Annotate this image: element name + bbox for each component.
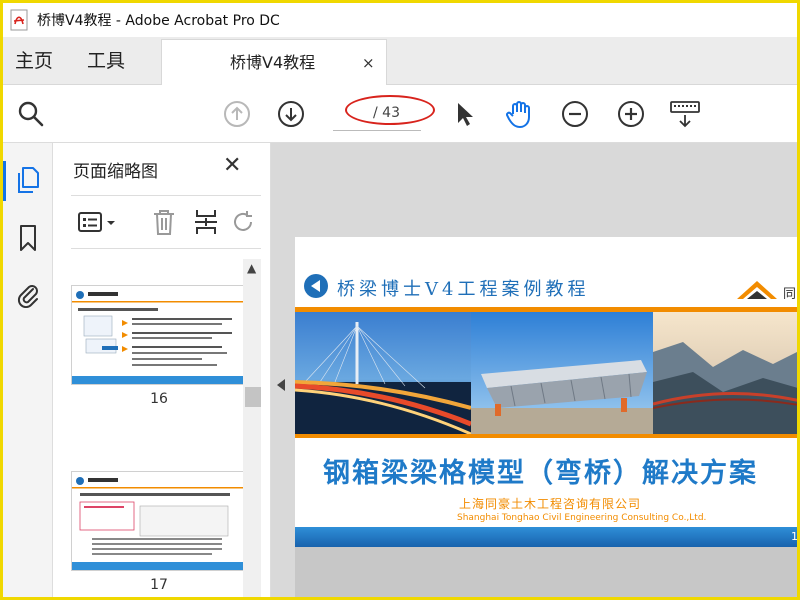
close-panel-button[interactable]: ✕ <box>223 153 241 178</box>
collapse-panel-arrow-icon[interactable] <box>277 379 285 391</box>
steel-girder-photo <box>471 312 653 434</box>
scrollbar-thumb[interactable] <box>245 387 261 407</box>
mountain-bridge-photo <box>653 312 797 434</box>
tab-document[interactable]: 桥博V4教程 × <box>161 39 387 85</box>
scroll-up-arrow-icon[interactable]: ▲ <box>247 261 256 275</box>
bookmark-icon <box>20 225 36 251</box>
pdf-page: 桥梁博士V4工程案例教程 同 钢箱梁梁格模型（弯桥）解决方案 上海同豪土木工程咨… <box>295 237 797 547</box>
options-list-icon <box>78 212 115 232</box>
red-annotation-ellipse <box>345 95 435 125</box>
rail-active-indicator <box>3 161 6 201</box>
hand-tool-button[interactable] <box>501 96 537 132</box>
company-logo-icon <box>737 281 777 299</box>
panel-title: 页面缩略图 <box>73 162 158 182</box>
insert-page-icon <box>195 210 217 234</box>
rotate-icon <box>234 211 252 231</box>
delete-page-button[interactable] <box>151 208 177 240</box>
company-name-cn: 上海同豪土木工程咨询有限公司 <box>459 497 642 511</box>
bookmarks-button[interactable] <box>11 221 45 255</box>
window-title: 桥博V4教程 - Adobe Acrobat Pro DC <box>37 13 280 29</box>
next-page-button[interactable] <box>273 96 309 132</box>
search-icon <box>18 101 44 127</box>
company-name-en: Shanghai Tonghao Civil Engineering Consu… <box>457 513 707 523</box>
tab-home[interactable]: 主页 <box>15 37 53 85</box>
prev-page-icon <box>224 101 250 127</box>
thumbnail-page-16[interactable] <box>71 285 247 385</box>
left-rail <box>3 143 53 597</box>
tab-document-label: 桥博V4教程 <box>230 53 316 72</box>
acrobat-window: 桥博V4教程 - Adobe Acrobat Pro DC 主页 工具 桥博V4… <box>3 3 797 597</box>
slide-page-number: 1 <box>791 530 797 543</box>
prev-page-button[interactable] <box>219 96 255 132</box>
next-page-edge <box>295 547 797 597</box>
slide-main-title: 钢箱梁梁格模型（弯桥）解决方案 <box>323 458 758 489</box>
zoom-out-button[interactable] <box>557 96 593 132</box>
thumbnail-17-label: 17 <box>150 577 168 593</box>
cable-stayed-bridge-photo <box>295 312 471 434</box>
hand-tool-icon <box>506 101 530 128</box>
zoom-in-icon <box>618 101 644 127</box>
paperclip-icon <box>17 285 38 308</box>
attachments-button[interactable] <box>11 277 45 311</box>
page-thumbnails-button[interactable] <box>11 163 45 197</box>
document-viewport: 桥梁博士V4工程案例教程 同 钢箱梁梁格模型（弯桥）解决方案 上海同豪土木工程咨… <box>271 143 797 597</box>
search-button[interactable] <box>13 96 49 132</box>
next-page-icon <box>278 101 304 127</box>
company-logo-text: 同 <box>783 287 797 302</box>
thumbnail-tools <box>71 195 261 249</box>
bridge-photos <box>295 312 797 434</box>
insert-page-button[interactable] <box>193 208 219 240</box>
thumbnail-16-label: 16 <box>150 391 168 407</box>
acrobat-app-icon <box>9 9 31 31</box>
close-tab-button[interactable]: × <box>362 40 375 86</box>
slide-header-title: 桥梁博士V4工程案例教程 <box>337 279 590 300</box>
slide-footer: 1 <box>295 527 797 547</box>
tab-bar: 主页 工具 桥博V4教程 × <box>3 37 797 85</box>
thumbnail-page-17[interactable] <box>71 471 247 571</box>
thumbnail-17-preview <box>72 477 246 570</box>
page-thumbnails-panel: 页面缩略图 ✕ 16 17 ▲ <box>53 143 271 597</box>
options-menu-button[interactable] <box>77 210 117 240</box>
select-tool-button[interactable] <box>447 96 483 132</box>
slide-header: 桥梁博士V4工程案例教程 同 <box>295 237 797 302</box>
trash-icon <box>154 210 174 235</box>
title-bar: 桥博V4教程 - Adobe Acrobat Pro DC <box>3 3 797 37</box>
keyboard-tool-button[interactable] <box>667 96 703 132</box>
select-cursor-icon <box>458 103 473 126</box>
photos-orange-bar <box>295 434 797 438</box>
toolbar: / 43 <box>3 85 797 143</box>
slide-header-logo-icon <box>304 274 328 298</box>
keyboard-icon <box>670 101 700 128</box>
tab-tools[interactable]: 工具 <box>87 37 125 85</box>
zoom-out-icon <box>562 101 588 127</box>
rotate-page-button[interactable] <box>231 208 257 240</box>
thumbnail-16-preview <box>72 291 246 384</box>
thumbnail-scrollbar[interactable]: ▲ <box>243 259 261 597</box>
page-thumbnails-icon <box>18 167 39 193</box>
zoom-in-button[interactable] <box>613 96 649 132</box>
